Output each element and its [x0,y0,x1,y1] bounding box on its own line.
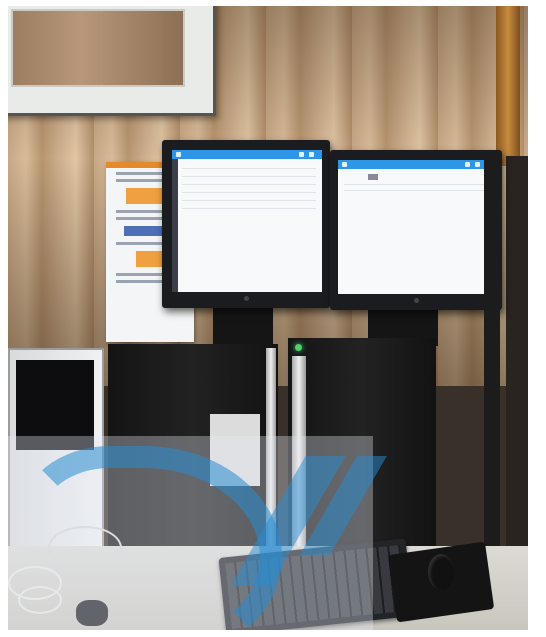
monitor-right [330,150,502,310]
mouse [428,554,454,590]
wooden-post [496,6,520,166]
mount-pole [484,156,500,556]
monitor-left [162,140,330,308]
monitor-logo-icon [244,296,249,301]
monitor-logo-icon [414,298,419,303]
wall-frame-picture [11,9,185,87]
monitor-right-screen [338,160,496,294]
monitor-left-stand [213,306,273,346]
app-tab [368,174,378,180]
app-sidebar [172,159,178,292]
wall-frame [8,6,216,116]
power-led-icon [295,344,302,351]
app-titlebar [172,150,322,159]
photo [8,6,528,630]
app-titlebar [338,160,496,169]
monitor-left-screen [172,150,322,292]
